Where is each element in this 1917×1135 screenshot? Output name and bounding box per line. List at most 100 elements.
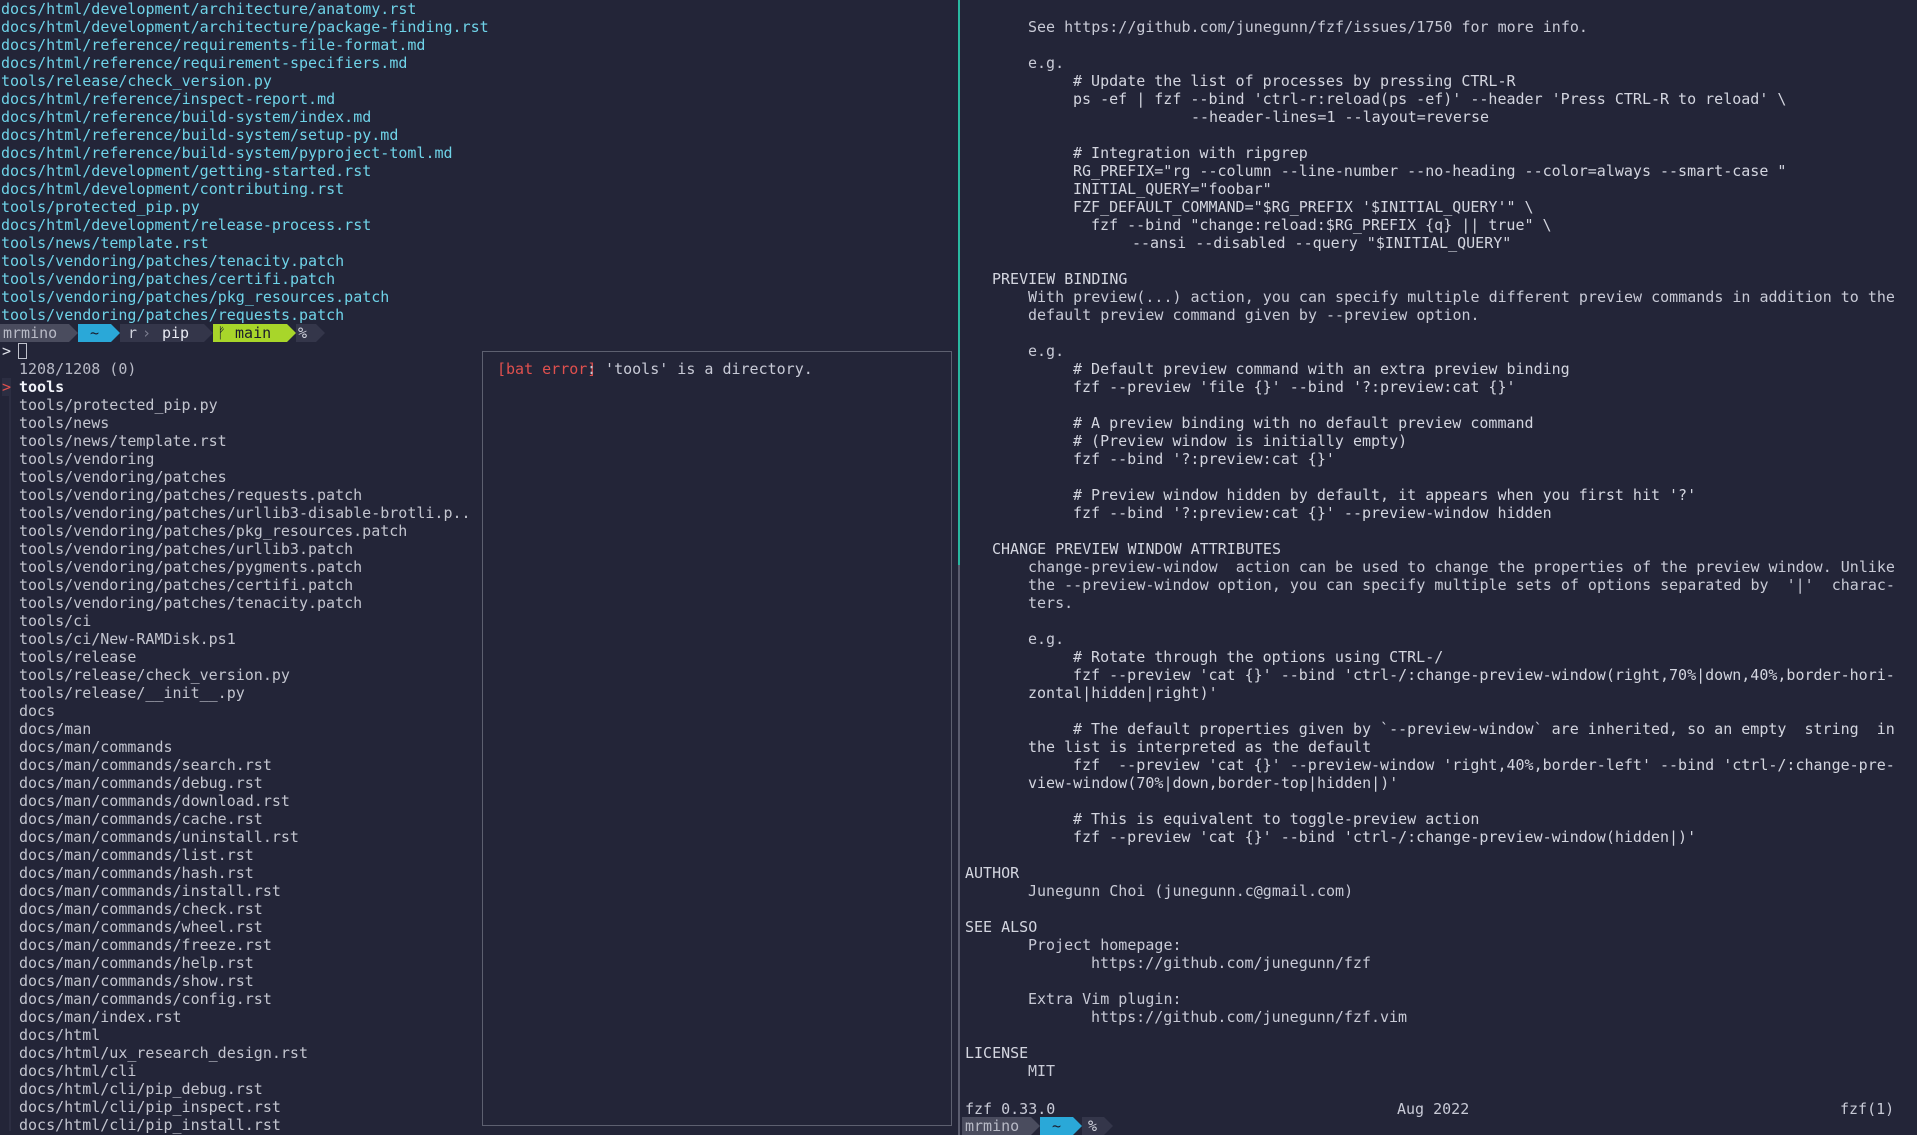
man-code-line: zontal|hidden|right)': [1028, 684, 1218, 702]
prompt-separator-icon: [1031, 1117, 1040, 1135]
fzf-match-count: 1208/1208 (0): [19, 360, 137, 378]
prompt-separator-icon: [316, 324, 325, 342]
fzf-list-item[interactable]: tools/vendoring/patches/certifi.patch: [19, 576, 353, 594]
history-line: docs/html/development/architecture/packa…: [1, 18, 489, 36]
fzf-list-item[interactable]: tools/release/check_version.py: [19, 666, 290, 684]
fzf-list-item[interactable]: docs/man/commands/check.rst: [19, 900, 263, 918]
man-text-line: https://github.com/junegunn/fzf: [1091, 954, 1371, 972]
fzf-list-item[interactable]: docs/html/cli/pip_debug.rst: [19, 1080, 263, 1098]
fzf-list-item[interactable]: docs/man/commands/show.rst: [19, 972, 254, 990]
fzf-list-item[interactable]: docs/man/commands/uninstall.rst: [19, 828, 299, 846]
prompt-separator-icon: [69, 324, 78, 342]
fzf-list-item[interactable]: docs/html/cli/pip_inspect.rst: [19, 1098, 281, 1116]
fzf-list-item[interactable]: docs/man: [19, 720, 91, 738]
left-pane: docs/html/development/architecture/anato…: [0, 0, 957, 1135]
man-text-line: Extra Vim plugin:: [1028, 990, 1182, 1008]
fzf-list-item[interactable]: tools/ci: [19, 612, 91, 630]
prompt-git-branch: ᚠ main: [213, 324, 287, 342]
fzf-list-item[interactable]: tools/release/__init__.py: [19, 684, 245, 702]
right-pane: See https://github.com/junegunn/fzf/issu…: [962, 0, 1917, 1135]
man-code-line: # Rotate through the options using CTRL-…: [1073, 648, 1444, 666]
man-footer-right: fzf(1): [1840, 1100, 1895, 1118]
fzf-list-item[interactable]: tools/vendoring/patches/requests.patch: [19, 486, 362, 504]
man-code-line: # This is equivalent to toggle-preview a…: [1073, 810, 1480, 828]
fzf-list-item[interactable]: docs/man/commands/cache.rst: [19, 810, 263, 828]
fzf-list-item[interactable]: tools/news/template.rst: [19, 432, 227, 450]
fzf-list-item[interactable]: tools/vendoring/patches/pygments.patch: [19, 558, 362, 576]
fzf-query-input[interactable]: [18, 343, 27, 359]
man-text-line: the --preview-window option, you can spe…: [1028, 576, 1895, 594]
man-section-heading: AUTHOR: [965, 864, 1020, 882]
fzf-list-item[interactable]: docs/man/commands/list.rst: [19, 846, 254, 864]
history-line: tools/vendoring/patches/certifi.patch: [1, 270, 336, 288]
man-code-line: --header-lines=1 --layout=reverse: [1191, 108, 1490, 126]
fzf-list-item[interactable]: docs/html/cli/pip_install.rst: [19, 1116, 281, 1134]
fzf-list-item[interactable]: tools/news: [19, 414, 109, 432]
prompt-home: ~: [78, 324, 111, 342]
fzf-list-item[interactable]: docs/man/commands/download.rst: [19, 792, 290, 810]
history-line: docs/html/reference/build-system/index.m…: [1, 108, 372, 126]
man-section-heading: LICENSE: [965, 1044, 1029, 1062]
man-section-heading: SEE ALSO: [965, 918, 1038, 936]
man-text-line: See https://github.com/junegunn/fzf/issu…: [1028, 18, 1588, 36]
fzf-selected-item[interactable]: tools: [19, 378, 64, 396]
man-code-line: # Default preview command with an extra …: [1073, 360, 1570, 378]
fzf-list-item[interactable]: tools/vendoring/patches/urllib3-disable-…: [19, 504, 471, 522]
man-code-line: RG_PREFIX="rg --column --line-number --n…: [1073, 162, 1787, 180]
history-line: docs/html/development/architecture/anato…: [1, 0, 417, 18]
fzf-list-item[interactable]: docs/man/index.rst: [19, 1008, 182, 1026]
man-code-line: fzf --bind '?:preview:cat {}': [1073, 450, 1335, 468]
man-code-line: # Integration with ripgrep: [1073, 144, 1308, 162]
man-text-line: change-preview-window action can be used…: [1028, 558, 1895, 576]
fzf-list-item[interactable]: docs/html/cli: [19, 1062, 136, 1080]
fzf-list-item[interactable]: docs/man/commands/debug.rst: [19, 774, 263, 792]
fzf-query-prompt: >: [2, 342, 12, 360]
fzf-list-item[interactable]: docs/man/commands/wheel.rst: [19, 918, 263, 936]
history-line: tools/release/check_version.py: [1, 72, 272, 90]
fzf-list-item[interactable]: tools/vendoring/patches/urllib3.patch: [19, 540, 353, 558]
history-line: tools/protected_pip.py: [1, 198, 200, 216]
fzf-list-item[interactable]: docs/html: [19, 1026, 100, 1044]
prompt-dir: pip: [156, 324, 204, 342]
prompt-home: ~: [1040, 1117, 1073, 1135]
fzf-list-item[interactable]: tools/release: [19, 648, 136, 666]
fzf-list-item[interactable]: tools/protected_pip.py: [19, 396, 218, 414]
man-text-line: e.g.: [1028, 342, 1065, 360]
history-line: tools/vendoring/patches/tenacity.patch: [1, 252, 345, 270]
man-code-line: fzf --preview 'cat {}' --preview-window …: [1073, 756, 1895, 774]
man-text-line: default preview command given by --previ…: [1028, 306, 1480, 324]
man-text-line: e.g.: [1028, 54, 1065, 72]
history-line: docs/html/reference/build-system/pyproje…: [1, 144, 453, 162]
man-code-line: fzf --preview 'cat {}' --bind 'ctrl-/:ch…: [1073, 828, 1697, 846]
man-code-line: fzf --bind "change:reload:$RG_PREFIX {q}…: [1091, 216, 1552, 234]
fzf-list-item[interactable]: docs: [19, 702, 55, 720]
history-line: tools/vendoring/patches/requests.patch: [1, 306, 345, 324]
history-line: docs/html/reference/requirements-file-fo…: [1, 36, 426, 54]
fzf-list-item[interactable]: tools/vendoring: [19, 450, 154, 468]
fzf-list-item[interactable]: tools/vendoring/patches/tenacity.patch: [19, 594, 362, 612]
fzf-list-item[interactable]: docs/man/commands/config.rst: [19, 990, 272, 1008]
man-text-line: e.g.: [1028, 630, 1065, 648]
man-code-line: --ansi --disabled --query "$INITIAL_QUER…: [1132, 234, 1512, 252]
fzf-list-item[interactable]: tools/ci/New-RAMDisk.ps1: [19, 630, 236, 648]
fzf-list-item[interactable]: docs/man/commands/install.rst: [19, 882, 281, 900]
fzf-list-item[interactable]: docs/man/commands/search.rst: [19, 756, 272, 774]
fzf-gutter: [9, 396, 11, 1131]
man-code-line: # Update the list of processes by pressi…: [1073, 72, 1516, 90]
man-code-line: fzf --bind '?:preview:cat {}' --preview-…: [1073, 504, 1552, 522]
fzf-list-item[interactable]: docs/man/commands: [19, 738, 173, 756]
man-text-line: https://github.com/junegunn/fzf.vim: [1091, 1008, 1408, 1026]
man-text-line: Junegunn Choi (junegunn.c@gmail.com): [1028, 882, 1354, 900]
fzf-list-item[interactable]: docs/html/ux_research_design.rst: [19, 1044, 308, 1062]
fzf-list-item[interactable]: tools/vendoring/patches: [19, 468, 227, 486]
man-code-line: view-window(70%|down,border-top|hidden|)…: [1028, 774, 1399, 792]
fzf-list-item[interactable]: docs/man/commands/freeze.rst: [19, 936, 272, 954]
fzf-list-item[interactable]: tools/vendoring/patches/pkg_resources.pa…: [19, 522, 407, 540]
man-code-line: # A preview binding with no default prev…: [1073, 414, 1534, 432]
fzf-list-item[interactable]: docs/man/commands/hash.rst: [19, 864, 254, 882]
man-footer-center: Aug 2022: [1397, 1100, 1470, 1118]
man-code-line: # Preview window hidden by default, it a…: [1073, 486, 1697, 504]
fzf-pointer-icon: >: [2, 378, 12, 396]
fzf-list-item[interactable]: docs/man/commands/help.rst: [19, 954, 254, 972]
man-code-line: # The default properties given by `--pre…: [1073, 720, 1895, 738]
